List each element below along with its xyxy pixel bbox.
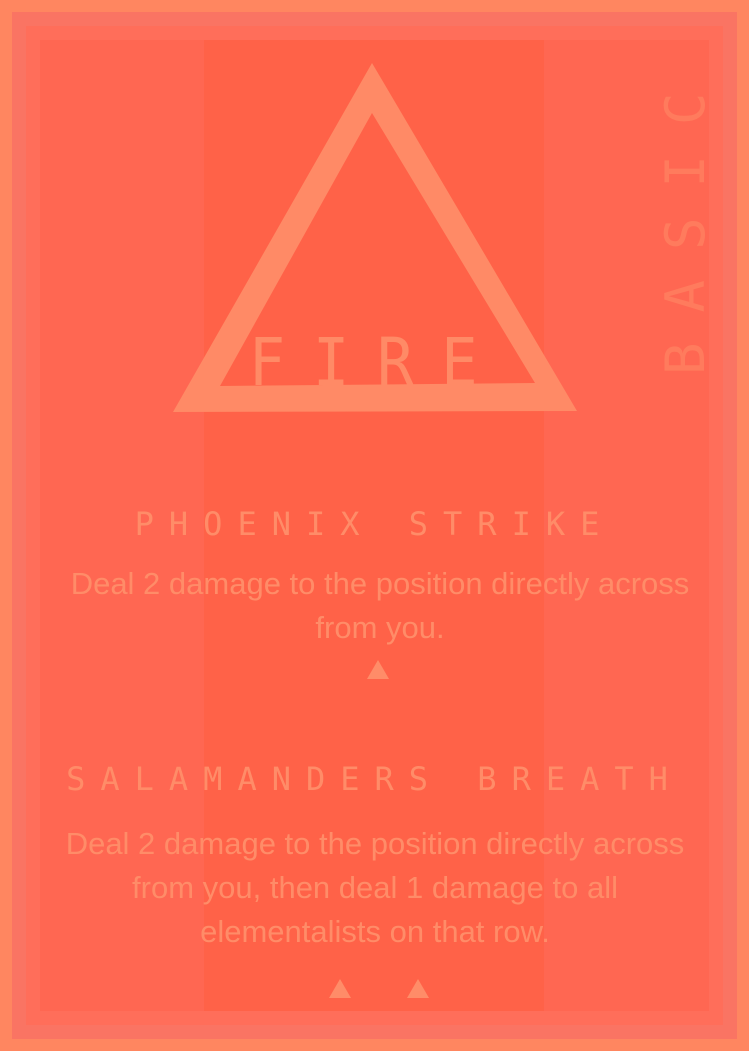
card: FIRE BASIC PHOENIX STRIKE Deal 2 damage … bbox=[0, 0, 749, 1051]
ability-1-name: PHOENIX STRIKE bbox=[134, 505, 615, 543]
rarity-label: BASIC bbox=[654, 62, 717, 375]
element-name: FIRE bbox=[248, 324, 506, 401]
triangle-pip-icon bbox=[407, 979, 429, 998]
triangle-pip-icon bbox=[329, 979, 351, 998]
ability-1-text: Deal 2 damage to the position directly a… bbox=[70, 566, 690, 645]
triangle-pip-icon bbox=[367, 660, 389, 679]
ability-2-cost bbox=[329, 979, 429, 998]
ability-2-text: Deal 2 damage to the position directly a… bbox=[65, 826, 685, 949]
ability-2-name: SALAMANDERS BREATH bbox=[66, 760, 683, 798]
ability-1-cost bbox=[367, 660, 389, 679]
